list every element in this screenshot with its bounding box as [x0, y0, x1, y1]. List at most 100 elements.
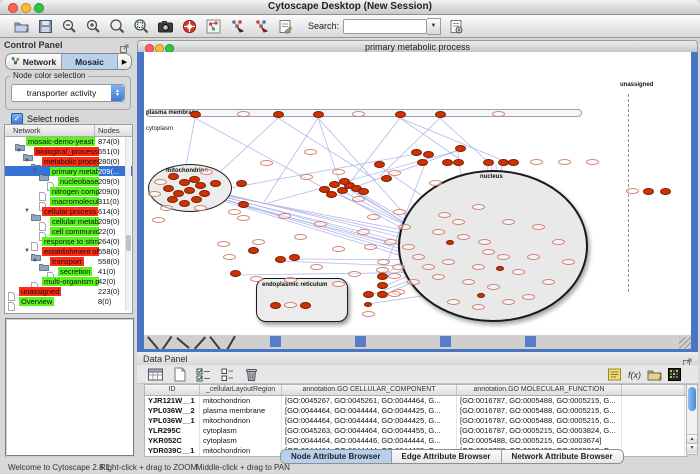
disclosure-triangle[interactable]: ▼ — [16, 148, 22, 154]
resize-grip[interactable] — [679, 337, 691, 349]
network-node[interactable] — [377, 291, 388, 298]
network-node[interactable] — [167, 196, 178, 203]
network-node[interactable] — [477, 293, 485, 298]
attribute-table-icon[interactable] — [145, 365, 165, 383]
tree-scrollbar[interactable] — [125, 137, 131, 311]
tab-overflow-arrow[interactable]: ▶ — [118, 54, 131, 69]
network-node[interactable] — [289, 254, 300, 261]
network-node[interactable] — [199, 190, 210, 197]
table-row[interactable]: YLR295Ccytoplasm[GO:0045263, GO:0044464,… — [145, 426, 687, 436]
network-node[interactable] — [453, 159, 464, 166]
combobox-stepper-icon[interactable]: ▲▼ — [111, 85, 124, 101]
network-node[interactable] — [358, 188, 369, 195]
network-window-titlebar[interactable]: primary metabolic process — [137, 40, 698, 52]
network-node[interactable] — [381, 175, 392, 182]
network-node[interactable] — [411, 149, 422, 156]
network-node[interactable] — [446, 240, 454, 245]
network-node[interactable] — [273, 111, 284, 118]
network-node[interactable] — [483, 159, 494, 166]
network-node[interactable] — [326, 191, 337, 198]
column-header-2[interactable]: annotation.GO CELLULAR_COMPONENT — [282, 385, 457, 395]
table-row[interactable]: YJR121W__1mitochondrion[GO:0045267, GO:0… — [145, 396, 687, 406]
search-options-icon[interactable] — [447, 17, 465, 35]
network-node[interactable] — [395, 111, 406, 118]
annotation-icon[interactable] — [276, 17, 294, 35]
network-node[interactable] — [300, 302, 311, 309]
zoom-out-icon[interactable] — [60, 17, 78, 35]
network-node[interactable] — [364, 302, 372, 307]
camera-snapshot-icon[interactable] — [156, 17, 174, 35]
tree-row-cellular-metabo[interactable]: cellular metabo209(0) — [5, 216, 132, 226]
disclosure-triangle[interactable]: ▼ — [24, 208, 30, 214]
new-attribute-icon[interactable] — [169, 365, 189, 383]
table-row[interactable]: YKR052Ccytoplasm[GO:0044464, GO:0044446,… — [145, 436, 687, 446]
node-color-combobox[interactable]: transporter activity ▲▼ — [11, 84, 125, 102]
tree-row-nitrogen-compo[interactable]: nitrogen compo209(0) — [5, 186, 132, 196]
region-nucleus[interactable] — [398, 170, 588, 322]
network-node[interactable] — [248, 247, 259, 254]
delete-attribute-icon[interactable] — [241, 365, 261, 383]
search-dropdown-arrow[interactable]: ▼ — [427, 18, 441, 35]
network-node[interactable] — [508, 159, 519, 166]
disclosure-triangle[interactable]: ▼ — [32, 258, 38, 264]
network-node[interactable] — [643, 188, 654, 195]
tree-row-mosaic-demo-yeast[interactable]: mosaic-demo-yeast874(0) — [5, 136, 132, 146]
network-node[interactable] — [179, 200, 190, 207]
tree-row-biological-process[interactable]: ▼biological_process651(0) — [5, 146, 132, 156]
search-input[interactable] — [343, 19, 427, 34]
network-node[interactable] — [377, 282, 388, 289]
tree-row-unassigned[interactable]: unassigned223(0) — [5, 286, 132, 296]
zoom-fit-icon[interactable] — [108, 17, 126, 35]
column-header-0[interactable]: ID — [145, 385, 200, 395]
column-header-4[interactable] — [622, 385, 685, 395]
disclosure-triangle[interactable]: ▼ — [32, 168, 38, 174]
network-node[interactable] — [417, 159, 428, 166]
table-row[interactable]: YPL036W__2plasma membrane[GO:0044464, GO… — [145, 406, 687, 416]
attribute-table[interactable]: ID_cellularLayoutRegionannotation.GO CEL… — [144, 384, 688, 457]
tree-row-nucleobase-[interactable]: nucleobase-209(0) — [5, 176, 132, 186]
column-header-3[interactable]: annotation.GO MOLECULAR_FUNCTION — [457, 385, 622, 395]
tree-row-establishment-of-lo[interactable]: ▼establishment of lo558(0) — [5, 246, 132, 256]
network-node[interactable] — [455, 145, 466, 152]
network-node[interactable] — [275, 256, 286, 263]
tree-row-multi-organism-pro[interactable]: multi-organism pro42(0) — [5, 276, 132, 286]
network-overview-icon[interactable] — [204, 17, 222, 35]
function-builder-icon[interactable]: f(x) — [624, 365, 644, 383]
network-node[interactable] — [377, 273, 388, 280]
disclosure-triangle[interactable]: ▼ — [24, 248, 30, 254]
network-node[interactable] — [210, 180, 221, 187]
zoom-region-icon[interactable] — [132, 17, 150, 35]
tree-row-secretion[interactable]: secretion41(0) — [5, 266, 132, 276]
tree-row-cellular-process[interactable]: ▼cellular process614(0) — [5, 206, 132, 216]
tree-row-cell-communicat[interactable]: cell communicat22(0) — [5, 226, 132, 236]
attribute-editor-icon[interactable] — [604, 365, 624, 383]
network-node[interactable] — [191, 196, 202, 203]
network-node[interactable] — [238, 201, 249, 208]
network-node[interactable] — [184, 187, 195, 194]
disclosure-triangle[interactable]: ▼ — [24, 158, 30, 164]
network-node[interactable] — [313, 111, 324, 118]
tree-row-overview[interactable]: Overview8(0) — [5, 296, 132, 306]
network-node[interactable] — [660, 188, 671, 195]
tree-row-response-to-stimul[interactable]: response to stimul264(0) — [5, 236, 132, 246]
save-icon[interactable] — [36, 17, 54, 35]
tab-mosaic[interactable]: Mosaic — [62, 54, 118, 69]
table-row[interactable]: YPL036W__1mitochondrion[GO:0044464, GO:0… — [145, 416, 687, 426]
column-header-1[interactable]: _cellularLayoutRegion — [200, 385, 282, 395]
new-network-view-icon[interactable] — [228, 17, 246, 35]
zoom-in-icon[interactable] — [84, 17, 102, 35]
network-node[interactable] — [442, 159, 453, 166]
network-node[interactable] — [363, 291, 374, 298]
tab-network[interactable]: Network — [6, 54, 62, 69]
scroll-down-button[interactable]: ▼ — [687, 443, 697, 453]
network-node[interactable] — [423, 151, 434, 158]
network-node[interactable] — [339, 178, 350, 185]
attribute-matrix-icon[interactable] — [664, 365, 684, 383]
network-node[interactable] — [168, 173, 179, 180]
network-node[interactable] — [230, 270, 241, 277]
network-node[interactable] — [190, 111, 201, 118]
tree-row-transport[interactable]: ▼transport558(0) — [5, 256, 132, 266]
network-canvas[interactable]: plasma membranecytoplasmmitochondrionnuc… — [144, 52, 691, 335]
network-node[interactable] — [163, 185, 174, 192]
open-icon[interactable] — [12, 17, 30, 35]
